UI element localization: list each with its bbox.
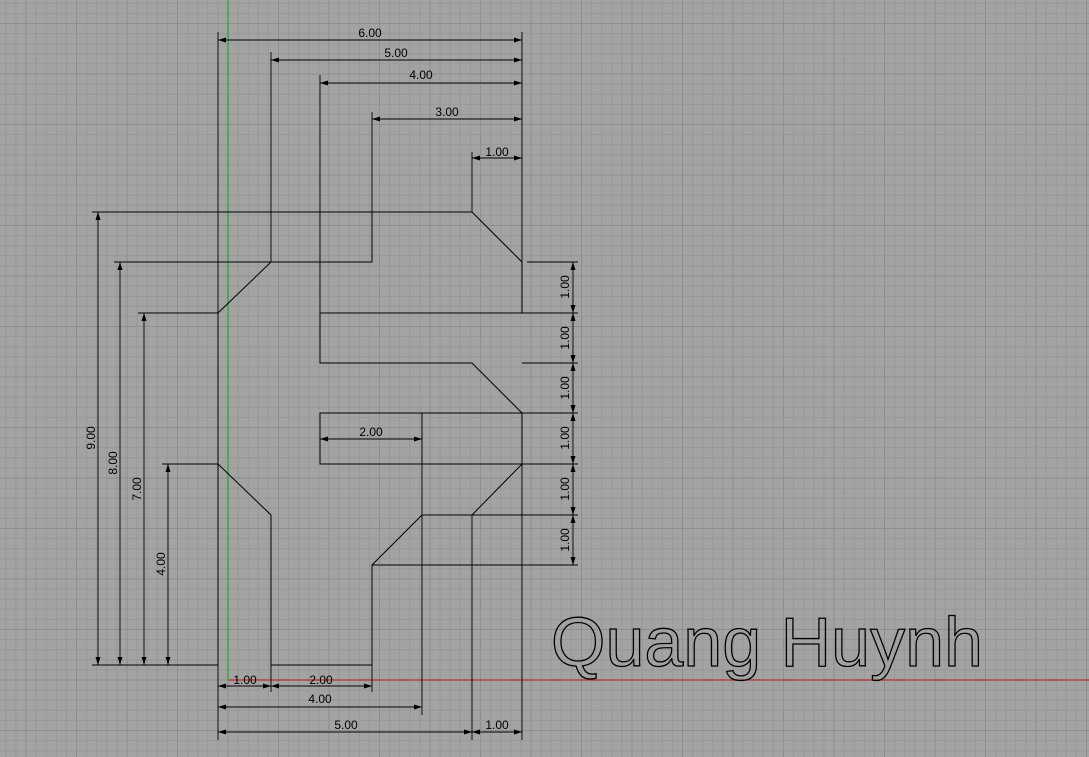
dim-right-1-e: 1.00: [558, 477, 572, 501]
dim-left-7: 7.00: [130, 477, 144, 501]
dim-bottom-4: 4.00: [308, 692, 332, 706]
dim-right-1-b: 1.00: [558, 326, 572, 350]
dim-right-1-a: 1.00: [558, 275, 572, 299]
dim-bottom-2: 2.00: [309, 673, 333, 687]
signature-text: Quang Huynh: [551, 603, 983, 681]
dim-left-9: 9.00: [84, 426, 98, 450]
dim-slot-2: 2.00: [359, 425, 383, 439]
dim-right-1-f: 1.00: [558, 528, 572, 552]
dim-top-3: 3.00: [435, 105, 459, 119]
bottom-dimensions: 1.00 2.00 4.00 5.00 1.00: [217, 464, 523, 740]
dim-bottom-1-right: 1.00: [485, 718, 509, 732]
top-dimensions: 6.00 5.00 4.00 3.00 1.00: [217, 26, 523, 313]
dim-right-1-d: 1.00: [558, 426, 572, 450]
drawing-canvas[interactable]: 6.00 5.00 4.00 3.00 1.00 9.00 8.00 7.00 …: [0, 0, 1089, 757]
dim-left-8: 8.00: [106, 451, 120, 475]
dim-top-5: 5.00: [384, 46, 408, 60]
dim-top-4: 4.00: [409, 68, 433, 82]
cad-viewport[interactable]: 6.00 5.00 4.00 3.00 1.00 9.00 8.00 7.00 …: [0, 0, 1089, 757]
dim-top-6: 6.00: [358, 26, 382, 40]
dim-left-4: 4.00: [154, 552, 168, 576]
dim-bottom-5: 5.00: [334, 718, 358, 732]
dim-top-1: 1.00: [485, 145, 509, 159]
dim-bottom-1-left: 1.00: [233, 673, 257, 687]
dim-right-1-c: 1.00: [558, 376, 572, 400]
